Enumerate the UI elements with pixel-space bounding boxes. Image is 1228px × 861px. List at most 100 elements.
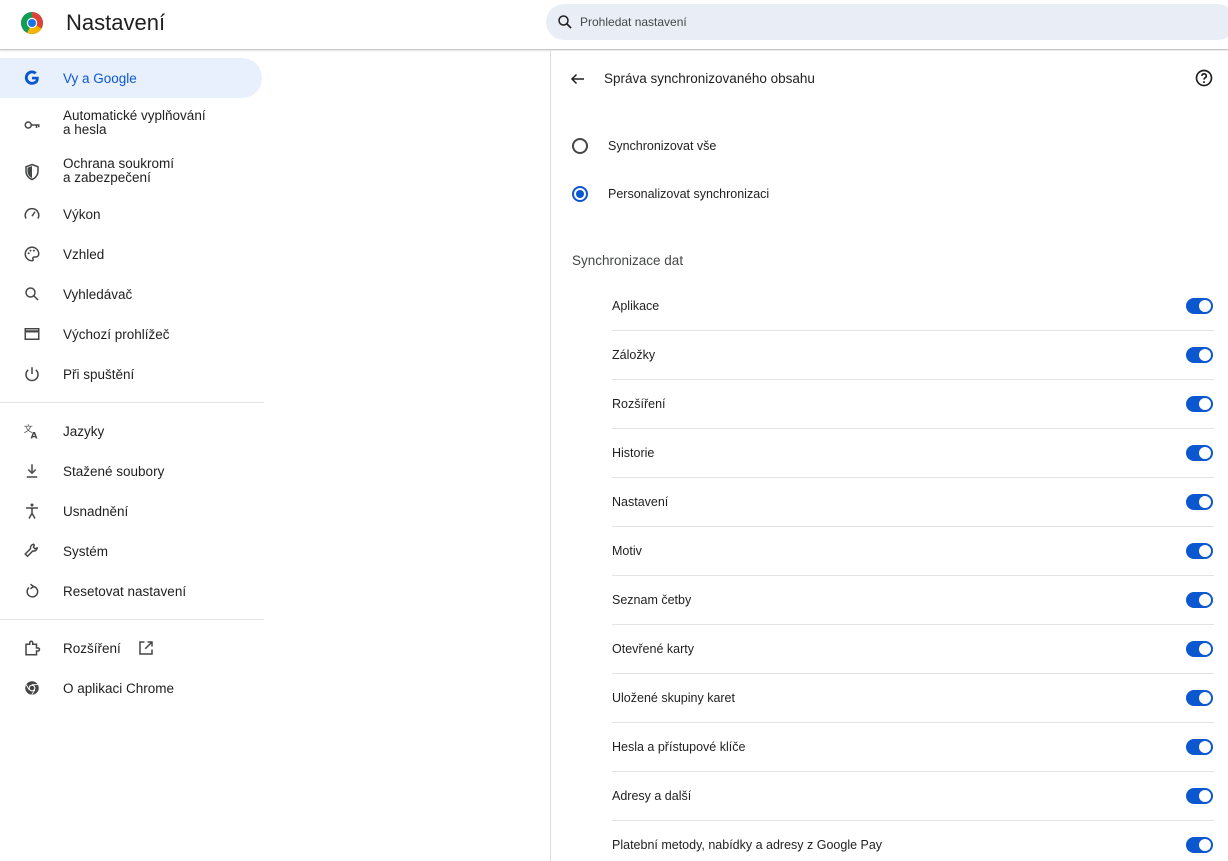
sidebar-item-extensions[interactable]: Rozšíření [0, 628, 262, 668]
sync-row-payment-methods: Platební metody, nabídky a adresy z Goog… [612, 821, 1214, 861]
sidebar-item-label: Při spuštění [63, 367, 135, 382]
help-icon[interactable] [1194, 68, 1214, 88]
translate-icon: 文 A [24, 423, 38, 441]
sidebar-item-search-engine[interactable]: Vyhledávač [0, 274, 262, 314]
sidebar-item-downloads[interactable]: Stažené soubory [0, 451, 262, 491]
radio-customize-sync[interactable]: Personalizovat synchronizaci [571, 184, 971, 204]
open-in-new-icon [139, 641, 153, 655]
sync-row-bookmarks: Záložky [612, 331, 1214, 380]
sidebar-divider [0, 619, 264, 620]
sidebar-item-label: Resetovat nastavení [63, 584, 187, 599]
sidebar-item-label: Výkon [63, 207, 101, 222]
sync-toggle[interactable] [1186, 494, 1213, 510]
key-icon [24, 121, 40, 129]
radio-label: Synchronizovat vše [608, 139, 717, 153]
row-label: Hesla a přístupové klíče [612, 740, 746, 754]
radio-button[interactable] [572, 186, 588, 202]
sidebar-item-you-and-google[interactable]: Vy a Google [0, 58, 262, 98]
top-header: Nastavení Prohledat nastavení [0, 0, 1228, 50]
sync-row-passwords: Hesla a přístupové klíče [612, 723, 1214, 772]
sync-row-apps: Aplikace [612, 282, 1214, 331]
sidebar-divider [0, 402, 264, 403]
sync-toggle[interactable] [1186, 592, 1213, 608]
sidebar-item-label: Vyhledávač [63, 287, 133, 302]
speedometer-icon [24, 207, 40, 219]
sidebar-item-about-chrome[interactable]: O aplikaci Chrome [0, 668, 262, 708]
row-label: Záložky [612, 348, 656, 362]
reset-icon [26, 583, 39, 598]
sidebar-item-label: Vy a Google [63, 71, 137, 86]
sync-toggle[interactable] [1186, 690, 1213, 706]
radio-button[interactable] [572, 138, 588, 154]
radio-label: Personalizovat synchronizaci [608, 187, 770, 201]
sync-row-history: Historie [612, 429, 1214, 478]
chrome-icon [25, 681, 39, 695]
sidebar-item-label: Systém [63, 544, 109, 559]
sync-row-settings: Nastavení [612, 478, 1214, 527]
sidebar-item-on-startup[interactable]: Při spuštění [0, 354, 262, 394]
row-label: Uložené skupiny karet [612, 691, 735, 705]
sidebar-item-label: Automatické vyplňování a hesla [63, 108, 206, 137]
chrome-logo-icon [21, 12, 43, 34]
download-icon [26, 464, 38, 478]
sidebar-item-performance[interactable]: Výkon [0, 194, 262, 234]
sidebar-item-autofill[interactable]: Automatické vyplňování a hesla [0, 102, 262, 146]
sidebar-item-languages[interactable]: 文 A Jazyky [0, 411, 262, 451]
panel-title: Správa synchronizovaného obsahu [604, 71, 815, 86]
sidebar-item-label: Vzhled [63, 247, 105, 262]
sidebar: Vy a Google Automatické vyplňování a hes… [0, 51, 270, 861]
search-icon [558, 15, 572, 29]
sync-toggle[interactable] [1186, 739, 1213, 755]
browser-window-icon [24, 328, 40, 340]
arrow-back-icon[interactable] [569, 70, 587, 88]
row-label: Platební metody, nabídky a adresy z Goog… [612, 838, 883, 852]
page-title: Nastavení [66, 10, 166, 35]
palette-icon [24, 246, 40, 262]
search-input[interactable]: Prohledat nastavení [546, 4, 1228, 40]
sidebar-item-label: Ochrana soukromí a zabezpečení [63, 156, 175, 185]
power-icon [25, 367, 39, 382]
search-placeholder: Prohledat nastavení [580, 15, 687, 29]
sync-row-open-tabs: Otevřené karty [612, 625, 1214, 674]
row-label: Nastavení [612, 495, 669, 509]
sync-settings-panel: Správa synchronizovaného obsahu Synchron… [550, 51, 1228, 861]
sync-toggle[interactable] [1186, 445, 1213, 461]
sidebar-item-system[interactable]: Systém [0, 531, 262, 571]
sync-toggle[interactable] [1186, 298, 1213, 314]
radio-sync-everything[interactable]: Synchronizovat vše [571, 136, 971, 156]
sidebar-item-label: Jazyky [63, 424, 105, 439]
row-label: Adresy a další [612, 789, 692, 803]
row-label: Motiv [612, 544, 642, 558]
sidebar-item-label: O aplikaci Chrome [63, 681, 175, 696]
shield-icon [25, 163, 39, 181]
sync-toggle[interactable] [1186, 837, 1213, 853]
sidebar-item-label: Usnadnění [63, 504, 129, 519]
sidebar-item-label: Rozšíření [63, 641, 121, 656]
row-label: Aplikace [612, 299, 660, 313]
sync-row-reading-list: Seznam četby [612, 576, 1214, 625]
sidebar-item-accessibility[interactable]: Usnadnění [0, 491, 262, 531]
sync-row-extensions: Rozšíření [612, 380, 1214, 429]
sync-toggle[interactable] [1186, 543, 1213, 559]
row-label: Rozšíření [612, 397, 666, 411]
search-icon [25, 287, 39, 301]
sync-row-addresses: Adresy a další [612, 772, 1214, 821]
sidebar-item-appearance[interactable]: Vzhled [0, 234, 262, 274]
row-label: Historie [612, 446, 655, 460]
sync-toggle[interactable] [1186, 788, 1213, 804]
sync-toggle[interactable] [1186, 347, 1213, 363]
sync-toggle[interactable] [1186, 641, 1213, 657]
puzzle-icon [25, 640, 41, 656]
sidebar-item-label: Výchozí prohlížeč [63, 327, 170, 342]
section-title: Synchronizace dat [572, 253, 684, 268]
accessibility-icon [26, 503, 38, 519]
row-label: Otevřené karty [612, 642, 694, 656]
row-label: Seznam četby [612, 593, 692, 607]
sidebar-item-privacy[interactable]: Ochrana soukromí a zabezpečení [0, 150, 262, 194]
svg-text:A: A [31, 432, 38, 441]
sidebar-item-default-browser[interactable]: Výchozí prohlížeč [0, 314, 262, 354]
sync-toggle[interactable] [1186, 396, 1213, 412]
sync-row-theme: Motiv [612, 527, 1214, 576]
sidebar-item-label: Stažené soubory [63, 464, 165, 479]
sidebar-item-reset-settings[interactable]: Resetovat nastavení [0, 571, 262, 611]
